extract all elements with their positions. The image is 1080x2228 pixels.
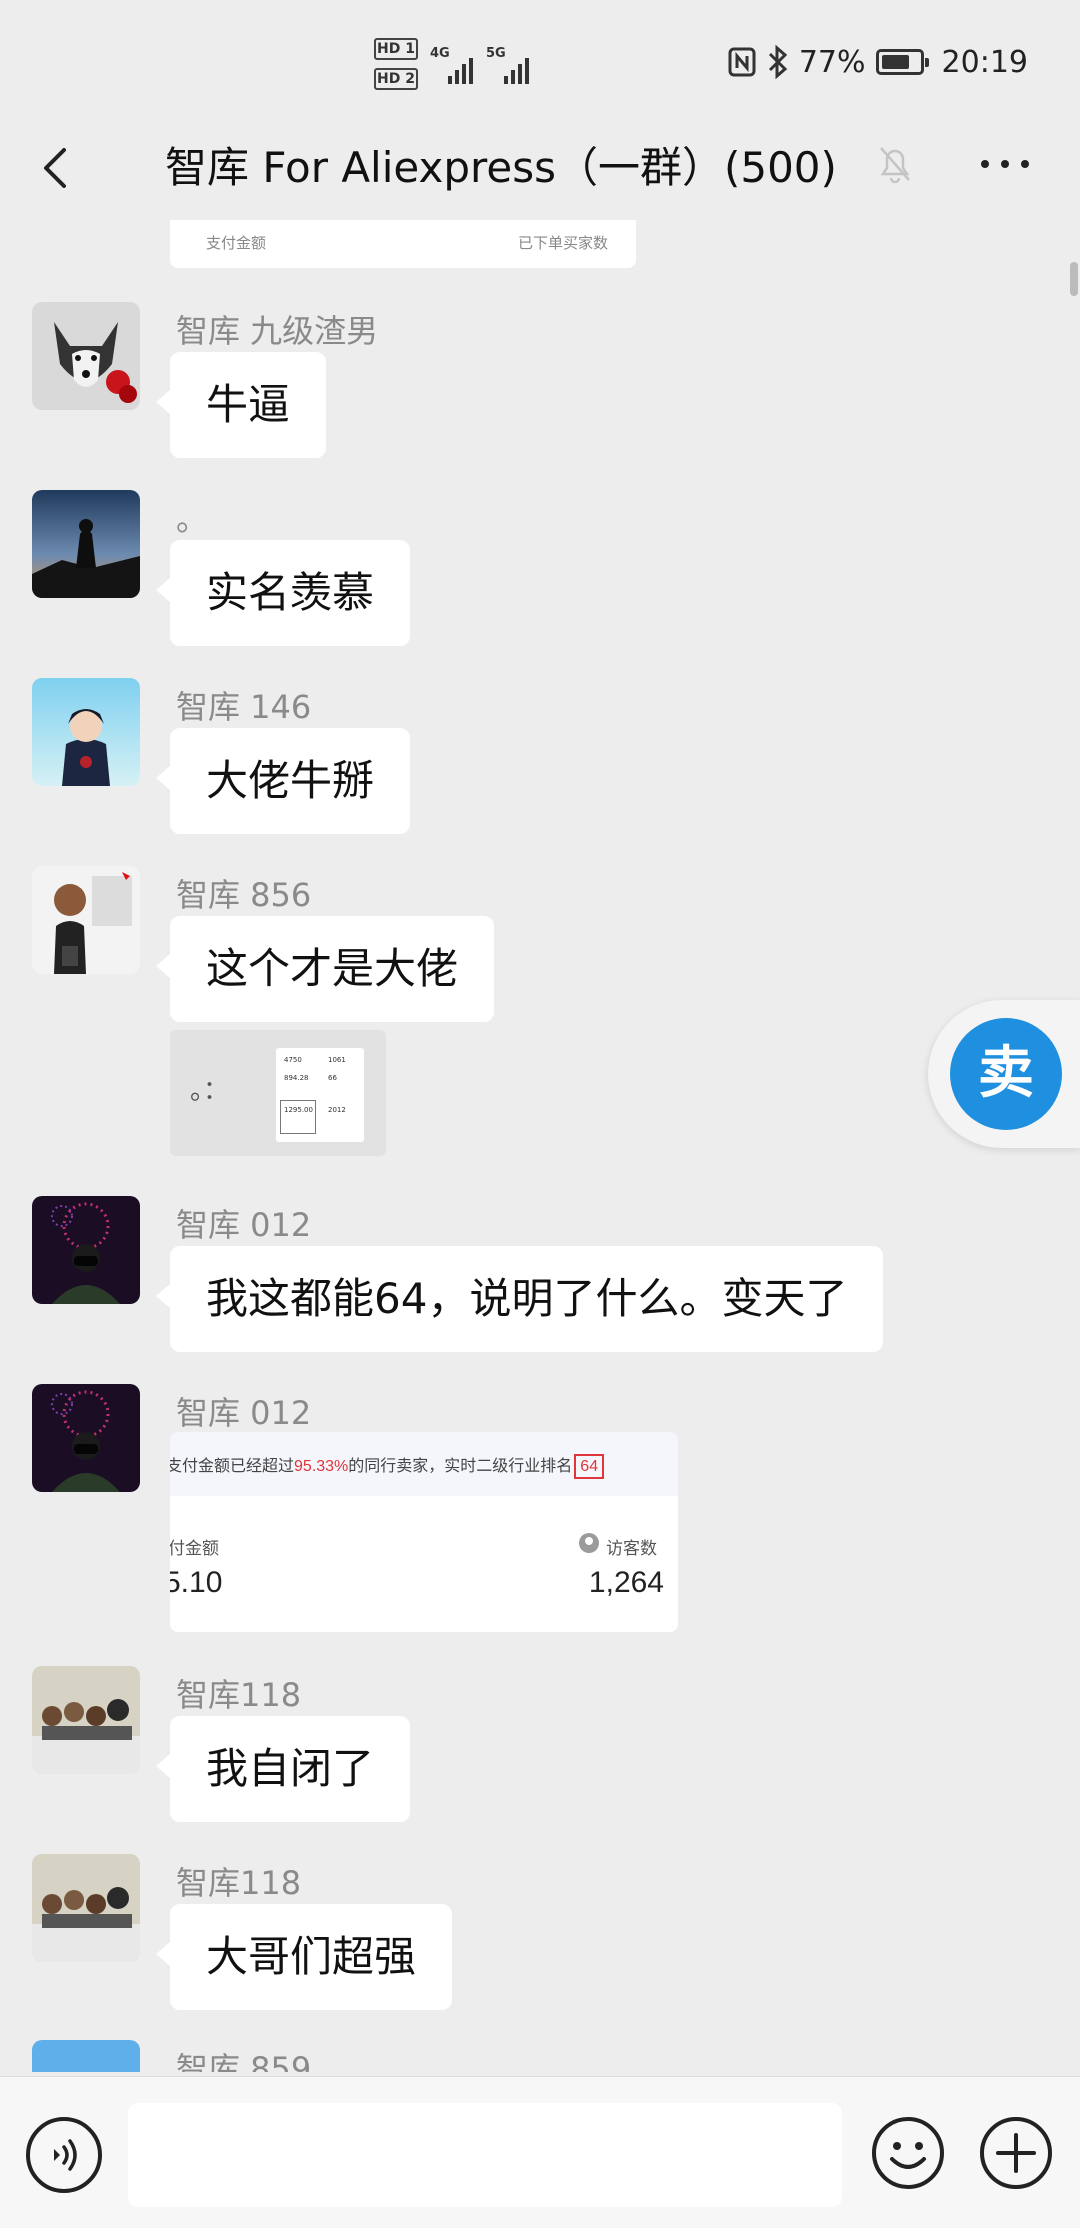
message-bubble[interactable]: 这个才是大佬	[155, 916, 495, 1022]
network-5g-label: 5G	[486, 46, 506, 61]
sender-name: 智库 859	[176, 2050, 312, 2072]
sender-name: 智库 012	[176, 1206, 312, 1244]
message-bubble[interactable]: 我这都能64，说明了什么。变天了	[155, 1246, 884, 1352]
sender-name: 智库118	[176, 1864, 302, 1902]
stats-right-value: 1,264	[588, 1566, 664, 1599]
husky-avatar-image	[32, 302, 140, 410]
network-4g-label: 4G	[430, 46, 450, 61]
stats-left-label: 付金额	[170, 1539, 219, 1558]
prev-card-left-text: 支付金额	[206, 234, 267, 252]
battery-level	[881, 55, 910, 69]
page-title: 智库 For Aliexpress（一群）(500)	[165, 143, 837, 192]
prev-card-right-text: 已下单买家数	[517, 234, 608, 252]
signal-1-icon	[448, 52, 473, 84]
nfc-icon	[728, 47, 756, 77]
signal-2-icon	[504, 52, 529, 84]
rank-highlight: 64	[574, 1454, 605, 1479]
message-bubble[interactable]: 实名羡慕	[155, 540, 411, 646]
avatar[interactable]	[32, 678, 140, 786]
avatar[interactable]	[32, 1196, 140, 1304]
status-right: 77% 20:19	[727, 40, 1028, 84]
message-bubble[interactable]: 我自闭了	[155, 1716, 411, 1822]
sender-name: 智库 九级渣男	[176, 312, 379, 350]
plus-icon[interactable]	[976, 2113, 1056, 2193]
thumbnail-glyph: 。：	[190, 1076, 230, 1106]
input-bar	[0, 2076, 1080, 2228]
stats-left-value: 5.10	[170, 1566, 223, 1599]
sim-indicators: HD 1 HD 2 4G 5G	[374, 36, 552, 92]
status-bar: HD 1 HD 2 4G 5G 77% 20:19	[0, 0, 1080, 120]
message-list[interactable]: 支付金额 已下单买家数 智库 九级渣男 牛逼 。 实名羡慕 智库 146 大佬牛…	[0, 220, 1080, 2072]
floating-sell-button[interactable]: 卖	[928, 1000, 1080, 1148]
avatar[interactable]	[32, 302, 140, 410]
stats-right-label: 访客数	[606, 1539, 657, 1558]
visitor-icon	[579, 1533, 599, 1553]
image-message-thumbnail[interactable]: 。： 4750 1061 894.28 66 1295.00 2012	[170, 1030, 386, 1156]
avatar[interactable]	[32, 1384, 140, 1492]
thumbnail-document: 4750 1061 894.28 66 1295.00 2012	[276, 1048, 364, 1142]
sim1-badge: HD 1	[374, 38, 418, 60]
cartoon-bird-avatar-image	[32, 2040, 140, 2072]
sender-name: 智库 856	[176, 876, 312, 914]
emoji-icon[interactable]	[868, 2113, 948, 2193]
avatar[interactable]	[32, 1666, 140, 1774]
sell-badge: 卖	[950, 1018, 1062, 1130]
fireworks-avatar-image	[32, 1196, 140, 1304]
sender-name: 。	[176, 500, 209, 538]
avatar[interactable]	[32, 1854, 140, 1962]
more-dots-icon[interactable]	[975, 144, 1035, 184]
image-message-stats[interactable]: 支付金额已经超过95.33%的同行卖家，实时二级行业排名 64 付金额 5.10 …	[170, 1432, 678, 1632]
stats-headline: 支付金额已经超过95.33%的同行卖家，实时二级行业排名 64	[170, 1452, 605, 1479]
previous-image-card[interactable]: 支付金额 已下单买家数	[170, 220, 636, 268]
battery-percent: 77%	[798, 44, 866, 80]
sender-name: 智库 146	[176, 688, 312, 726]
chat-header: 智库 For Aliexpress（一群）(500)	[0, 120, 1080, 220]
message-bubble[interactable]: 大哥们超强	[155, 1904, 453, 2010]
comic-crowd-avatar-image	[32, 1666, 140, 1774]
message-input[interactable]	[128, 2103, 842, 2207]
cartoon-man-avatar-image	[32, 866, 140, 974]
scroll-indicator[interactable]	[1070, 262, 1078, 296]
sim2-badge: HD 2	[374, 68, 418, 90]
fireworks-avatar-image	[32, 1384, 140, 1492]
comic-crowd-avatar-image	[32, 1854, 140, 1962]
battery-icon	[875, 49, 929, 75]
voice-icon[interactable]	[26, 2117, 102, 2193]
avatar[interactable]	[32, 490, 140, 598]
avatar[interactable]	[32, 2040, 140, 2072]
avatar[interactable]	[32, 866, 140, 974]
mute-bell-icon	[880, 147, 910, 184]
sender-name: 智库 012	[176, 1394, 312, 1432]
message-bubble[interactable]: 牛逼	[155, 352, 327, 458]
bluetooth-icon	[768, 45, 788, 79]
silhouette-sunset-avatar-image	[32, 490, 140, 598]
sender-name: 智库118	[176, 1676, 302, 1714]
message-bubble[interactable]: 大佬牛掰	[155, 728, 411, 834]
back-chevron-icon[interactable]	[30, 138, 90, 198]
anime-character-avatar-image	[32, 678, 140, 786]
clock: 20:19	[941, 44, 1028, 80]
